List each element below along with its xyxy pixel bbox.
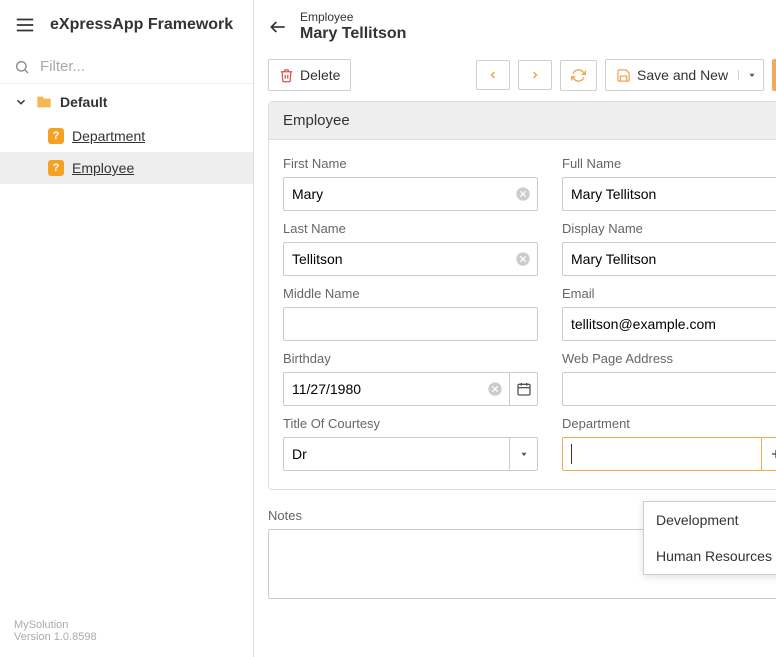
department-dropdown: Development Human Resources — [643, 501, 776, 575]
footer-version: Version 1.0.8598 — [14, 631, 239, 643]
prev-button[interactable] — [476, 60, 510, 90]
detail-pane: Employee Mary Tellitson Delete — [254, 0, 776, 657]
search-icon — [14, 59, 30, 75]
app-header: eXpressApp Framework — [0, 0, 253, 50]
email-input[interactable] — [563, 308, 776, 340]
full-name-label: Full Name — [562, 156, 776, 171]
footer: MySolution Version 1.0.8598 — [0, 619, 253, 657]
trash-icon — [279, 68, 294, 83]
email-label: Email — [562, 286, 776, 301]
toolbar: Delete Save and New — [254, 53, 776, 101]
middle-name-input[interactable] — [284, 308, 537, 340]
clear-icon[interactable] — [509, 243, 537, 275]
webpage-label: Web Page Address — [562, 351, 776, 366]
sidebar-item-department[interactable]: ? Department — [0, 120, 253, 152]
first-name-label: First Name — [283, 156, 538, 171]
display-name-label: Display Name — [562, 221, 776, 236]
caret-down-icon — [738, 70, 757, 80]
first-name-field: First Name — [283, 156, 538, 211]
nav-group-default[interactable]: Default — [0, 84, 253, 120]
title-of-courtesy-input[interactable] — [284, 438, 509, 470]
section-title: Employee — [269, 102, 776, 140]
birthday-input[interactable] — [284, 373, 481, 405]
back-button[interactable] — [268, 17, 288, 37]
chevron-left-icon — [487, 68, 499, 82]
full-name-input[interactable] — [563, 178, 776, 210]
webpage-input[interactable] — [563, 373, 776, 405]
employee-section: Employee First Name Full Na — [268, 101, 776, 490]
middle-name-field: Middle Name — [283, 286, 538, 341]
display-name-input[interactable] — [563, 243, 776, 275]
department-input[interactable] — [571, 444, 761, 464]
breadcrumb-entity: Employee — [300, 10, 776, 24]
delete-button[interactable]: Delete — [268, 59, 351, 91]
form-scroll: Employee First Name Full Na — [254, 101, 776, 657]
save-new-icon — [616, 68, 631, 83]
dropdown-item[interactable]: Human Resources — [644, 538, 776, 574]
folder-icon — [36, 94, 52, 110]
dropdown-item[interactable]: Development — [644, 502, 776, 538]
middle-name-label: Middle Name — [283, 286, 538, 301]
first-name-input[interactable] — [284, 178, 509, 210]
clear-icon[interactable] — [481, 373, 509, 405]
navigation-pane: eXpressApp Framework Default ? Departmen… — [0, 0, 254, 657]
chevron-down-icon — [14, 95, 28, 109]
breadcrumb: Employee Mary Tellitson — [300, 10, 776, 43]
save-button[interactable]: Save — [772, 59, 776, 91]
display-name-field: Display Name — [562, 221, 776, 276]
menu-icon[interactable] — [14, 14, 36, 36]
filter-row — [0, 50, 253, 84]
webpage-field: Web Page Address — [562, 351, 776, 406]
plus-icon[interactable] — [761, 438, 776, 470]
chevron-right-icon — [529, 68, 541, 82]
last-name-input[interactable] — [284, 243, 509, 275]
sidebar-item-employee[interactable]: ? Employee — [0, 152, 253, 184]
last-name-field: Last Name — [283, 221, 538, 276]
question-icon: ? — [48, 160, 64, 176]
department-label: Department — [562, 416, 776, 431]
calendar-icon[interactable] — [509, 373, 537, 405]
footer-solution: MySolution — [14, 619, 239, 631]
page-title: Mary Tellitson — [300, 25, 776, 43]
birthday-label: Birthday — [283, 351, 538, 366]
question-icon: ? — [48, 128, 64, 144]
sidebar-item-label: Department — [72, 128, 145, 144]
sidebar-item-label: Employee — [72, 160, 134, 176]
email-field: Email — [562, 286, 776, 341]
department-field: Department — [562, 416, 776, 471]
title-of-courtesy-field: Title Of Courtesy — [283, 416, 538, 471]
birthday-field: Birthday — [283, 351, 538, 406]
clear-icon[interactable] — [509, 178, 537, 210]
last-name-label: Last Name — [283, 221, 538, 236]
dropdown-icon[interactable] — [509, 438, 537, 470]
nav-group-label: Default — [60, 94, 107, 110]
next-button[interactable] — [518, 60, 552, 90]
title-of-courtesy-label: Title Of Courtesy — [283, 416, 538, 431]
refresh-icon — [571, 68, 586, 83]
detail-header: Employee Mary Tellitson — [254, 0, 776, 53]
save-and-new-button[interactable]: Save and New — [605, 59, 764, 91]
save-new-label: Save and New — [637, 67, 728, 83]
refresh-button[interactable] — [560, 60, 597, 91]
delete-label: Delete — [300, 67, 340, 83]
filter-input[interactable] — [40, 58, 239, 75]
app-title: eXpressApp Framework — [50, 16, 233, 34]
full-name-field: Full Name — [562, 156, 776, 211]
